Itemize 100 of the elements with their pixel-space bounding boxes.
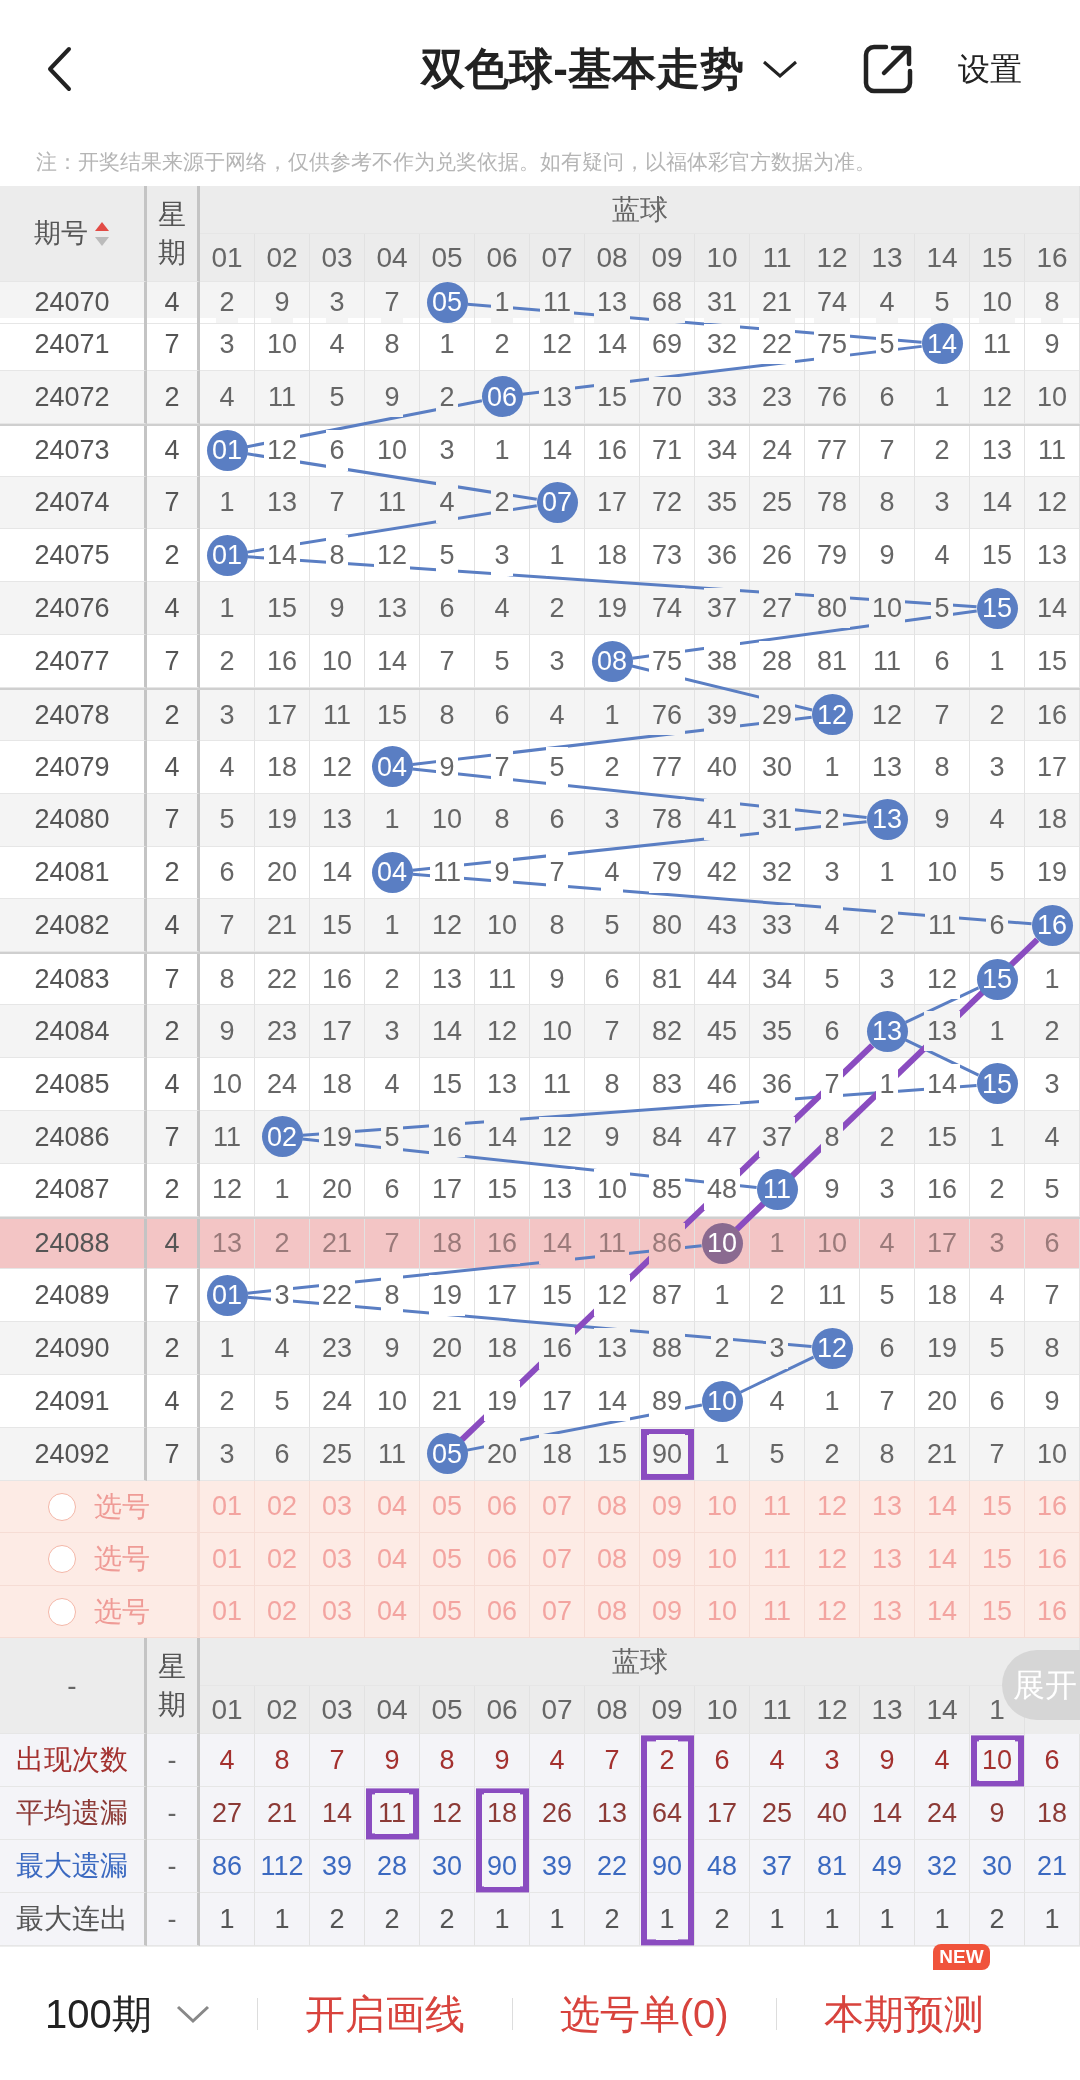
- number-ball: 12: [811, 694, 853, 736]
- back-icon[interactable]: [46, 46, 72, 92]
- number-option[interactable]: 05: [420, 1533, 475, 1586]
- table-cell: 7: [147, 476, 200, 530]
- table-cell: 2: [147, 370, 200, 424]
- annotation-box: [366, 1788, 419, 1840]
- new-badge: NEW: [933, 1943, 990, 1970]
- table-cell: 24072: [0, 370, 147, 424]
- table-cell: 24070: [0, 282, 147, 324]
- number-ball: 08: [591, 640, 633, 682]
- table-cell: 24074: [0, 476, 147, 530]
- number-option[interactable]: 16: [1025, 1533, 1080, 1586]
- number-option[interactable]: 04: [365, 1533, 420, 1586]
- number-ball: 10: [701, 1380, 743, 1422]
- number-option[interactable]: 13: [860, 1533, 915, 1586]
- select-label[interactable]: 选号: [93, 1538, 150, 1581]
- period-dropdown[interactable]: 100期: [45, 1983, 210, 2044]
- table-cell: 24080: [0, 793, 147, 847]
- share-icon[interactable]: [862, 43, 914, 95]
- table-cell: 8: [381, 1275, 403, 1316]
- table-cell: 24084: [0, 1005, 147, 1059]
- radio-button[interactable]: [47, 1545, 76, 1574]
- column-header: 蓝球: [200, 186, 1080, 234]
- number-ball: 15: [976, 958, 1018, 1000]
- table-cell: 24082: [0, 899, 147, 953]
- table-cell: 6: [326, 430, 348, 471]
- settings-button[interactable]: 设置: [958, 45, 1022, 93]
- page-title: 双色球-基本走势: [421, 43, 744, 95]
- number-option[interactable]: 02: [255, 1533, 310, 1586]
- number-option[interactable]: 12: [805, 1533, 860, 1586]
- number-ball: 07: [536, 482, 578, 523]
- table-cell: 37: [758, 1116, 795, 1158]
- column-header[interactable]: 期号: [34, 213, 88, 254]
- select-label[interactable]: 选号: [93, 1590, 150, 1633]
- column-header: 星期: [158, 1650, 186, 1722]
- table-cell: 4: [147, 282, 200, 324]
- table-cell: 19: [428, 1275, 465, 1316]
- table-cell: 2: [147, 1322, 200, 1376]
- number-option[interactable]: 10: [695, 1533, 750, 1586]
- disclaimer-text: 注：开奖结果来源于网络，仅供参考不作为兑奖依据。如有疑问，以福体彩官方数据为准。: [36, 149, 876, 176]
- table-cell: 12: [593, 1275, 630, 1316]
- number-option[interactable]: 14: [915, 1533, 970, 1586]
- number-option[interactable]: 03: [310, 1533, 365, 1586]
- chevron-down-icon: [175, 2003, 210, 2024]
- table-cell: 4: [147, 899, 200, 953]
- number-ball: 01: [206, 534, 248, 576]
- number-ball: 13: [866, 799, 908, 841]
- number-ball: 01: [206, 430, 248, 472]
- table-cell: 4: [436, 482, 458, 523]
- table-cell: 24090: [0, 1322, 147, 1376]
- table-cell: 24088: [0, 1218, 147, 1270]
- number-ball: 13: [866, 1010, 908, 1052]
- table-cell: 4: [147, 582, 200, 636]
- table-cell: 5: [546, 746, 568, 788]
- table-cell: 7: [147, 793, 200, 847]
- table-cell: 13: [923, 1010, 960, 1052]
- annotation-box: [971, 1735, 1024, 1787]
- table-cell: 11: [375, 1793, 409, 1834]
- table-cell: 90: [648, 1433, 685, 1475]
- number-ball: 11: [756, 1169, 798, 1211]
- number-ball: 05: [426, 1433, 468, 1475]
- number-option[interactable]: 01: [200, 1533, 255, 1586]
- table-cell: 41: [703, 799, 740, 840]
- dropdown-icon[interactable]: [762, 59, 798, 79]
- number-ball: 01: [206, 1274, 248, 1316]
- table-cell: 24076: [0, 582, 147, 636]
- table-cell: 2: [147, 1005, 200, 1059]
- table-cell: 10: [978, 1740, 1015, 1781]
- select-label[interactable]: 选号: [93, 1485, 150, 1528]
- number-ball: 14: [921, 323, 963, 365]
- table-cell: 19: [483, 1380, 520, 1422]
- number-option[interactable]: 11: [750, 1533, 805, 1586]
- number-option[interactable]: 09: [640, 1533, 695, 1586]
- radio-button[interactable]: [47, 1597, 76, 1626]
- column-header: 星期: [158, 197, 186, 270]
- annotation-box: [641, 1429, 694, 1480]
- action-button[interactable]: 选号单(0): [559, 1983, 729, 2044]
- number-ball: 05: [426, 282, 468, 323]
- number-ball: 04: [371, 852, 413, 893]
- number-ball: 10: [701, 1223, 743, 1265]
- number-option[interactable]: 07: [530, 1533, 585, 1586]
- table-cell: 16: [538, 1328, 575, 1369]
- table-cell: 86: [648, 1223, 685, 1264]
- number-ball: 16: [1031, 904, 1073, 946]
- action-button[interactable]: 本期预测: [823, 1983, 984, 2044]
- number-ball: 15: [976, 587, 1018, 629]
- number-ball: 06: [481, 376, 523, 418]
- table-cell: 24078: [0, 690, 147, 741]
- table-cell: 4: [147, 1218, 200, 1270]
- number-ball: 15: [976, 1063, 1018, 1105]
- number-ball: 02: [261, 1116, 303, 1158]
- radio-button[interactable]: [47, 1492, 76, 1521]
- table-cell: 7: [147, 1110, 200, 1164]
- action-button[interactable]: 开启画线: [304, 1983, 465, 2044]
- number-option[interactable]: 06: [475, 1533, 530, 1586]
- number-option[interactable]: 08: [585, 1533, 640, 1586]
- number-option[interactable]: 15: [970, 1533, 1025, 1586]
- number-ball: 04: [371, 746, 413, 788]
- table-cell: 24086: [0, 1110, 147, 1164]
- table-cell: 2: [147, 690, 200, 741]
